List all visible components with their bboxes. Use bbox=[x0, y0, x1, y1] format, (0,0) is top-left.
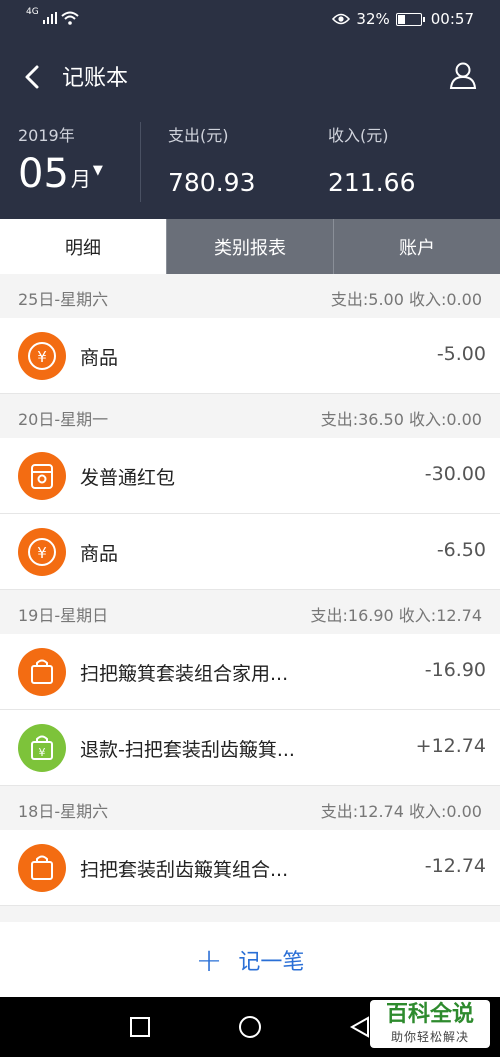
tab-bar: 明细 类别报表 账户 bbox=[0, 219, 500, 274]
transaction-row[interactable]: ¥ 商品 -5.00 bbox=[0, 318, 500, 394]
transaction-amount: -16.90 bbox=[424, 659, 486, 681]
wifi-icon bbox=[61, 11, 79, 25]
recents-square-icon[interactable] bbox=[128, 1015, 152, 1039]
transaction-amount: -12.74 bbox=[424, 855, 486, 877]
back-triangle-icon[interactable] bbox=[348, 1015, 372, 1039]
battery-icon bbox=[395, 12, 422, 26]
caret-down-icon: ▼ bbox=[92, 163, 103, 178]
group-date: 25日-星期六 bbox=[18, 290, 109, 309]
page-title: 记账本 bbox=[62, 66, 129, 91]
income-value: 211.66 bbox=[328, 168, 416, 197]
income-label: 收入(元) bbox=[328, 126, 389, 145]
transaction-list[interactable]: 25日-星期六 支出:5.00 收入:0.00 ¥ 商品 -5.00 20日-星期… bbox=[0, 274, 500, 922]
group-date: 19日-星期日 bbox=[18, 606, 109, 625]
month-unit: 月 bbox=[70, 167, 91, 191]
group-summary: 支出:12.74 收入:0.00 bbox=[320, 802, 482, 821]
transaction-name: 发普通红包 bbox=[80, 467, 176, 489]
transaction-name: 商品 bbox=[80, 347, 119, 369]
signal-icon bbox=[42, 12, 57, 24]
transaction-row[interactable]: 扫把套装刮齿簸箕组合... -12.74 bbox=[0, 830, 500, 906]
eye-icon bbox=[332, 13, 351, 25]
date-group-header: 20日-星期一 支出:36.50 收入:0.00 bbox=[0, 394, 500, 438]
date-group-header: 16日-星期四 支出:50.00 收入:0.00 bbox=[0, 906, 500, 922]
expense-label: 支出(元) bbox=[168, 126, 229, 145]
transaction-amount: +12.74 bbox=[415, 735, 486, 757]
transaction-row[interactable]: 发普通红包 -30.00 bbox=[0, 438, 500, 514]
svg-text:¥: ¥ bbox=[37, 348, 47, 366]
year-label: 2019年 bbox=[18, 126, 75, 145]
user-profile-icon[interactable] bbox=[448, 60, 478, 90]
shopping-bag-icon bbox=[18, 844, 66, 892]
yen-coin-icon: ¥ bbox=[18, 332, 66, 380]
transaction-row[interactable]: ¥ 商品 -6.50 bbox=[0, 514, 500, 590]
battery-percent: 32% bbox=[356, 10, 390, 28]
watermark-logo: 百科全说 助你轻松解决 bbox=[370, 1000, 490, 1048]
ledger-header: 记账本 2019年 05 月 ▼ 支出(元) 780.93 收入(元) 211.… bbox=[0, 42, 500, 219]
tab-0[interactable]: 明细 bbox=[0, 219, 166, 274]
date-group-header: 19日-星期日 支出:16.90 收入:12.74 bbox=[0, 590, 500, 634]
transaction-name: 扫把簸箕套装组合家用... bbox=[80, 663, 289, 685]
clock: 00:57 bbox=[430, 10, 474, 28]
transaction-row[interactable]: ¥ 退款-扫把套装刮齿簸箕... +12.74 bbox=[0, 710, 500, 786]
expense-value: 780.93 bbox=[168, 168, 256, 197]
month-selector[interactable]: 05 月 ▼ bbox=[18, 152, 103, 196]
yen-coin-icon: ¥ bbox=[18, 528, 66, 576]
group-date: 20日-星期一 bbox=[18, 410, 109, 429]
month-number: 05 bbox=[18, 151, 69, 197]
transaction-amount: -5.00 bbox=[436, 343, 486, 365]
transaction-amount: -6.50 bbox=[436, 539, 486, 561]
transaction-row[interactable]: 扫把簸箕套装组合家用... -16.90 bbox=[0, 634, 500, 710]
transaction-name: 退款-扫把套装刮齿簸箕... bbox=[80, 739, 295, 761]
group-summary: 支出:16.90 收入:12.74 bbox=[310, 606, 482, 625]
shopping-bag-icon bbox=[18, 648, 66, 696]
svg-text:¥: ¥ bbox=[39, 746, 46, 759]
date-group-header: 18日-星期六 支出:12.74 收入:0.00 bbox=[0, 786, 500, 830]
svg-text:¥: ¥ bbox=[37, 544, 47, 562]
transaction-name: 扫把套装刮齿簸箕组合... bbox=[80, 859, 289, 881]
plus-icon: + bbox=[195, 940, 223, 979]
refund-bag-icon: ¥ bbox=[18, 724, 66, 772]
group-date: 18日-星期六 bbox=[18, 802, 109, 821]
add-record-label: 记一笔 bbox=[238, 949, 305, 975]
group-summary: 支出:5.00 收入:0.00 bbox=[330, 290, 482, 309]
date-group-header: 25日-星期六 支出:5.00 收入:0.00 bbox=[0, 274, 500, 318]
add-record-button[interactable]: + 记一笔 bbox=[0, 922, 500, 997]
network-type: 4G bbox=[26, 7, 39, 17]
tab-2[interactable]: 账户 bbox=[333, 219, 500, 274]
status-bar: 4G 32% 00:57 bbox=[0, 0, 500, 42]
back-arrow-icon[interactable] bbox=[18, 62, 48, 92]
transaction-amount: -30.00 bbox=[424, 463, 486, 485]
tab-1[interactable]: 类别报表 bbox=[166, 219, 333, 274]
group-summary: 支出:36.50 收入:0.00 bbox=[320, 410, 482, 429]
divider bbox=[140, 122, 141, 202]
expense-summary: 支出(元) 780.93 bbox=[168, 122, 255, 197]
income-summary: 收入(元) 211.66 bbox=[328, 122, 415, 197]
transaction-name: 商品 bbox=[80, 543, 119, 565]
home-circle-icon[interactable] bbox=[238, 1015, 262, 1039]
red-packet-icon bbox=[18, 452, 66, 500]
